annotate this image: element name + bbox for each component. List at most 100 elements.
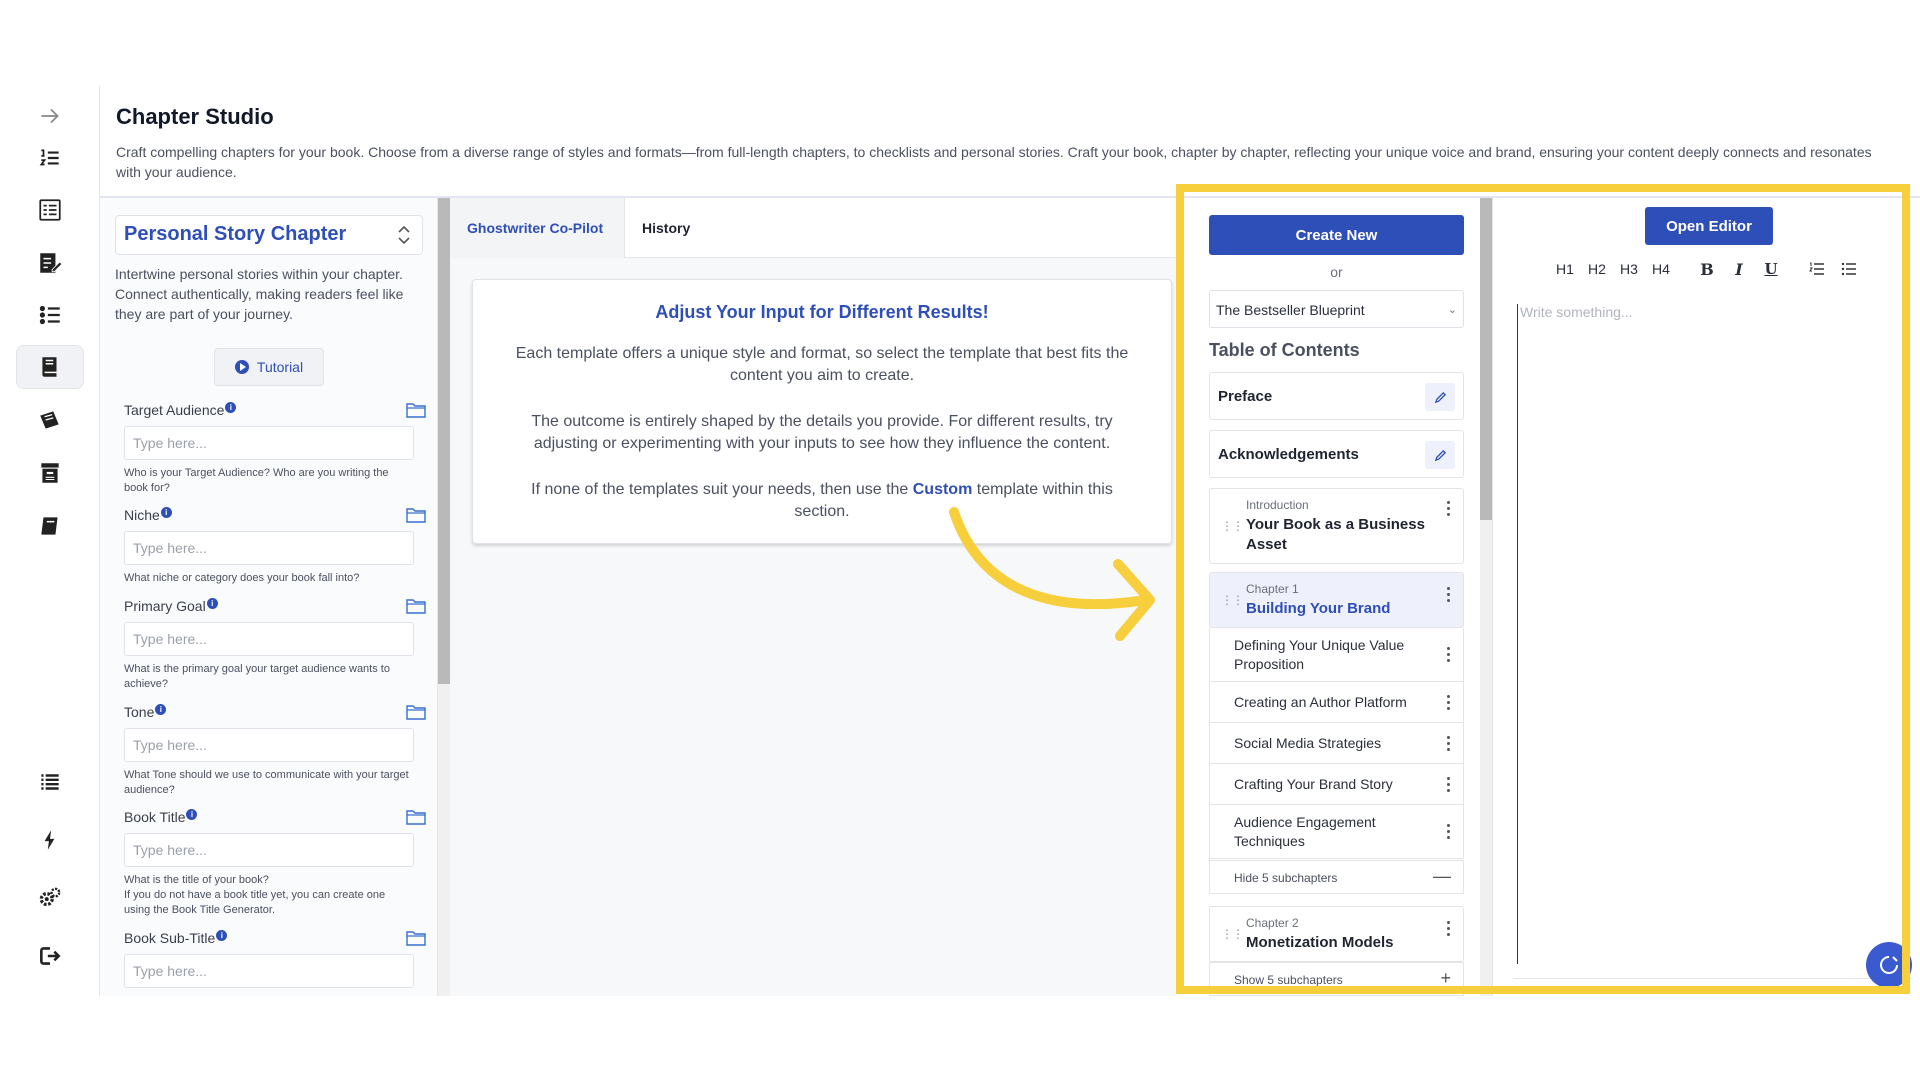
toc-scrollbar[interactable] [1480,198,1492,996]
chapter-kind: Chapter 2 [1246,916,1299,930]
more-options-icon[interactable] [1447,736,1451,752]
pencil-icon[interactable] [1425,383,1455,411]
left-panel-scrollbar[interactable] [438,198,450,996]
info-icon[interactable]: i [206,598,218,609]
books-icon[interactable] [16,398,84,442]
folder-icon[interactable] [406,507,426,523]
archive-icon[interactable] [16,451,84,495]
drag-handle-icon[interactable]: ⋮⋮ [1221,519,1244,533]
open-editor-button[interactable]: Open Editor [1645,207,1773,245]
toc-title: Table of Contents [1209,340,1360,360]
chapter-name: Your Book as a Business Asset [1246,516,1425,553]
book-select-value: The Bestseller Blueprint [1216,302,1365,318]
toc-item-acknowledgements[interactable]: Acknowledgements [1209,430,1464,478]
info-icon[interactable]: i [160,507,172,518]
book-stack-icon[interactable] [16,345,84,389]
h4-button[interactable]: H4 [1645,255,1677,283]
template-select[interactable]: Personal Story Chapter [115,215,423,255]
toc-item-label: Acknowledgements [1218,446,1359,463]
toc-item-chapter-2[interactable]: ⋮⋮ Chapter 2 Monetization Models [1209,906,1464,962]
scrollbar-thumb[interactable] [438,198,450,684]
bold-button[interactable]: B [1691,255,1723,283]
custom-template-link[interactable]: Custom [913,481,973,498]
subchapter-item[interactable]: Crafting Your Brand Story [1209,764,1464,805]
tab-ghostwriter-copilot[interactable]: Ghostwriter Co-Pilot [450,198,625,258]
more-options-icon[interactable] [1447,777,1451,793]
edit-document-icon[interactable] [16,241,84,285]
pencil-icon[interactable] [1425,441,1455,469]
more-options-icon[interactable] [1447,587,1451,603]
target-audience-input[interactable] [124,426,414,460]
scrollbar-thumb[interactable] [1480,198,1492,520]
show-subchapters-toggle[interactable]: Show 5 subchapters + [1209,962,1464,996]
underline-button[interactable]: U [1755,255,1787,283]
drag-handle-icon[interactable]: ⋮⋮ [1221,927,1244,941]
more-options-icon[interactable] [1447,824,1451,840]
info-icon[interactable]: i [186,809,198,820]
folder-icon[interactable] [406,598,426,614]
field-help-secondary: If you do not have a book title yet, you… [124,889,386,916]
chapter-kind: Introduction [1246,498,1309,512]
subchapter-item[interactable]: Defining Your Unique Value Proposition [1209,628,1464,682]
list-icon[interactable] [16,760,84,804]
ordered-list-icon[interactable] [1801,255,1833,283]
more-options-icon[interactable] [1447,921,1451,937]
more-options-icon[interactable] [1447,501,1451,517]
subchapter-item[interactable]: Audience Engagement Techniques [1209,805,1464,859]
field-book-subtitle: Book Sub-Title i [124,930,426,988]
collapse-arrow-icon[interactable] [16,94,84,138]
create-new-button[interactable]: Create New [1209,215,1464,255]
info-icon[interactable]: i [155,704,167,715]
play-icon [234,360,249,374]
settings-icon[interactable] [16,876,84,920]
folder-icon[interactable] [406,930,426,946]
book-subtitle-input[interactable] [124,954,414,988]
subchapter-item[interactable]: Creating an Author Platform [1209,682,1464,723]
toc-item-chapter-1[interactable]: ⋮⋮ Chapter 1 Building Your Brand [1209,572,1464,628]
chapter-kind: Chapter 1 [1246,582,1299,596]
subchapter-label: Social Media Strategies [1234,735,1382,751]
book-icon[interactable] [16,504,84,548]
editor-textarea[interactable] [1517,304,1897,964]
numbered-list-icon[interactable] [16,136,84,180]
toc-item-introduction[interactable]: ⋮⋮ Introduction Your Book as a Business … [1209,488,1464,564]
info-icon[interactable]: i [225,402,237,413]
h1-button[interactable]: H1 [1549,255,1581,283]
subchapter-item[interactable]: Social Media Strategies [1209,723,1464,764]
notice-paragraph: Each template offers a unique style and … [515,345,1129,384]
h2-button[interactable]: H2 [1581,255,1613,283]
primary-goal-input[interactable] [124,622,414,656]
hide-subchapters-toggle[interactable]: Hide 5 subchapters — [1209,860,1464,894]
toc-item-preface[interactable]: Preface [1209,372,1464,420]
tone-input[interactable] [124,728,414,762]
info-icon[interactable]: i [216,930,228,941]
plus-icon[interactable]: + [1440,968,1451,989]
folder-icon[interactable] [406,402,426,418]
field-label: Tone [124,704,155,720]
chapter-name: Building Your Brand [1246,600,1391,617]
more-options-icon[interactable] [1447,647,1451,663]
italic-button[interactable]: I [1723,255,1755,283]
bolt-icon[interactable] [16,818,84,862]
book-select[interactable]: The Bestseller Blueprint ⌄ [1209,290,1464,328]
unordered-list-icon[interactable] [1833,255,1865,283]
logout-icon[interactable] [16,934,84,978]
document-list-icon[interactable] [16,188,84,232]
folder-icon[interactable] [406,704,426,720]
tab-history[interactable]: History [625,198,707,258]
minus-icon[interactable]: — [1433,866,1451,887]
folder-icon[interactable] [406,809,426,825]
h3-button[interactable]: H3 [1613,255,1645,283]
toggle-label: Show 5 subchapters [1234,973,1343,987]
field-label: Book Sub-Title [124,930,216,946]
help-chat-icon[interactable] [1866,942,1912,988]
drag-handle-icon[interactable]: ⋮⋮ [1221,593,1244,607]
copilot-panel: Ghostwriter Co-Pilot History Adjust Your… [450,198,1176,996]
subchapter-label: Defining Your Unique Value Proposition [1234,637,1405,672]
or-separator: or [1330,264,1343,280]
tutorial-button[interactable]: Tutorial [214,348,324,386]
book-title-input[interactable] [124,833,414,867]
bullet-list-icon[interactable] [16,293,84,337]
niche-input[interactable] [124,531,414,565]
more-options-icon[interactable] [1447,695,1451,711]
